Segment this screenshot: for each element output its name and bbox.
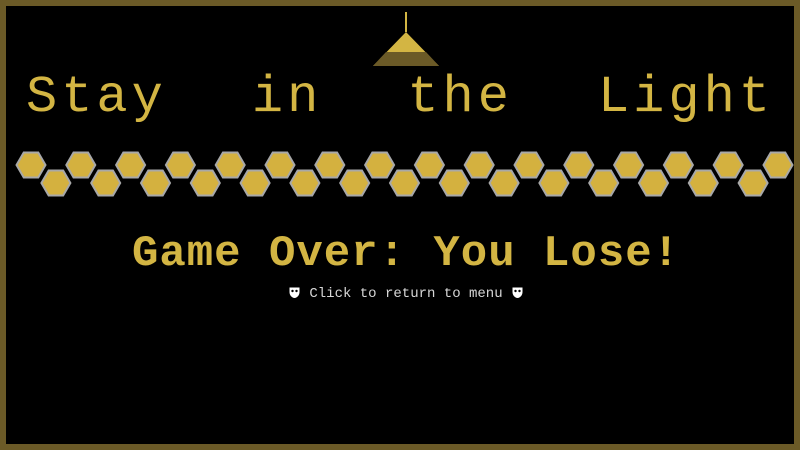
hexagon-tile (314, 151, 346, 179)
hexagon-tile (588, 169, 620, 197)
hexagon-tile (637, 169, 670, 197)
mask-icon (288, 286, 301, 299)
hexagon-tile (65, 151, 97, 179)
game-title: Stay in the Light (26, 68, 774, 128)
title-word: Stay (26, 68, 167, 127)
hexagon-tile (264, 151, 296, 179)
hexagon-tile (40, 169, 72, 197)
hexagon-tile (762, 151, 794, 179)
title-word: in (251, 68, 323, 127)
hexagon-tile (214, 151, 246, 179)
return-to-menu-label: Click to return to menu (309, 286, 503, 302)
hexagon-tile (289, 169, 321, 197)
hexagon-tile (563, 151, 595, 179)
hexagon-tile (114, 151, 147, 179)
hexagon-tile (413, 151, 446, 179)
hexagon-tile (388, 169, 421, 197)
hexagon-tile (662, 151, 695, 179)
hexagon-tile (687, 169, 719, 197)
hexagon-tile (712, 151, 744, 179)
hexagon-tile (339, 169, 371, 197)
hexagon-tile (737, 169, 769, 197)
title-word: Light (597, 68, 774, 127)
game-over-message: Game Over: You Lose! (131, 229, 681, 279)
hexagon-tile-row (15, 151, 794, 197)
hexagon-tile (513, 151, 545, 179)
title-word: the (407, 68, 513, 127)
hexagon-tile (488, 169, 520, 197)
hexagon-tile (363, 151, 396, 179)
hexagon-tile (15, 151, 47, 179)
hexagon-tile (463, 151, 495, 179)
hexagon-tile (239, 169, 271, 197)
hexagon-tile (438, 169, 470, 197)
hexagon-tile (164, 151, 197, 179)
hexagon-tile (612, 151, 645, 179)
hexagon-tile (538, 169, 570, 197)
ceiling-lamp-icon (373, 12, 439, 66)
lamp-shade-shadow (373, 52, 439, 66)
game-frame: Stay in the Light Game Over: You Lose! C… (0, 0, 800, 450)
hexagon-tile (189, 169, 221, 197)
hexagon-tile (139, 169, 172, 197)
return-to-menu-link[interactable]: Click to return to menu (6, 284, 800, 304)
mask-icon (511, 286, 524, 299)
hexagon-tile (90, 169, 122, 197)
